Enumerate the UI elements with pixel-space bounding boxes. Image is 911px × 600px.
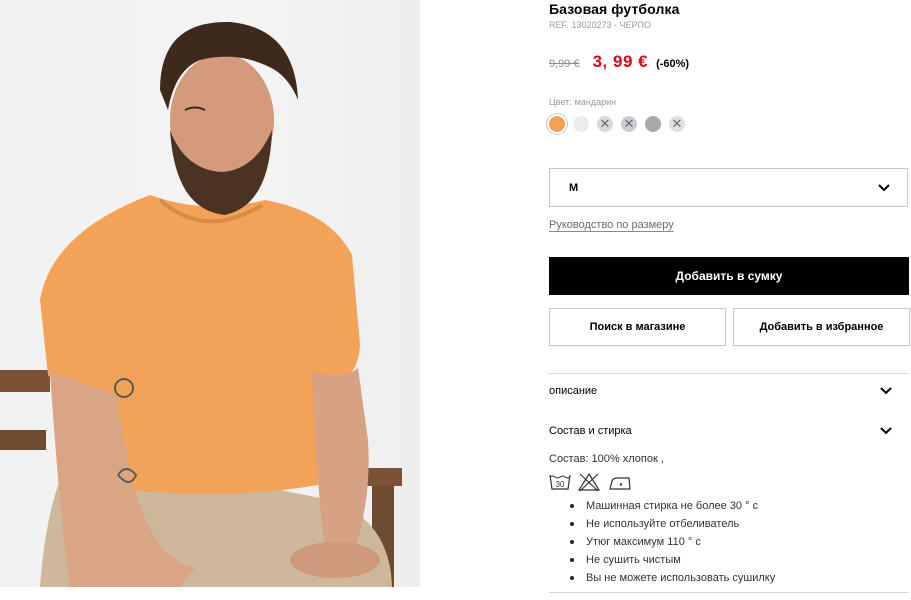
add-to-bag-button[interactable]: Добавить в сумку bbox=[549, 257, 909, 295]
chevron-down-icon bbox=[880, 427, 892, 435]
color-swatches: ✕ ✕ ✕ bbox=[546, 113, 693, 135]
cross-icon: ✕ bbox=[599, 116, 611, 132]
find-in-store-button[interactable]: Поиск в магазине bbox=[549, 308, 726, 346]
care-instruction-item: Не сушить чистым bbox=[565, 551, 775, 569]
price-row: 9,99 € 3, 99 € (-60%) bbox=[549, 52, 689, 74]
iron-icon bbox=[609, 477, 631, 490]
care-instruction-item: Машинная стирка не более 30 ° с bbox=[565, 497, 775, 515]
color-label-prefix: Цвет: bbox=[549, 97, 572, 107]
no-bleach-icon bbox=[577, 472, 601, 492]
wash-30-icon: 30 bbox=[549, 474, 571, 490]
sale-price: 3, 99 € bbox=[592, 52, 649, 71]
size-guide-link[interactable]: Руководство по размеру bbox=[549, 219, 674, 231]
size-selected-value: M bbox=[569, 181, 579, 194]
selected-color-name: мандарин bbox=[574, 97, 617, 107]
product-image[interactable] bbox=[0, 0, 420, 587]
size-select[interactable]: M bbox=[549, 168, 908, 207]
care-instructions-list: Машинная стирка не более 30 ° с Не исполь… bbox=[565, 497, 775, 587]
chevron-down-icon bbox=[878, 184, 890, 192]
accordion-description[interactable]: описание bbox=[549, 381, 909, 401]
ref-label: REF. bbox=[549, 20, 569, 30]
model-photo-illustration bbox=[0, 21, 402, 587]
color-swatch[interactable] bbox=[546, 113, 568, 135]
care-instruction-item: Не используйте отбеливатель bbox=[565, 515, 775, 533]
color-label: Цвет: мандарин bbox=[549, 97, 616, 107]
color-swatch[interactable] bbox=[645, 116, 661, 132]
color-swatch[interactable]: ✕ bbox=[597, 116, 613, 132]
add-to-favorites-button[interactable]: Добавить в избранное bbox=[733, 308, 910, 346]
color-swatch[interactable]: ✕ bbox=[669, 116, 685, 132]
discount-badge: (-60%) bbox=[656, 58, 690, 70]
product-info-panel: Базовая футболка REF. 13020273 - ЧЕРПО 9,… bbox=[546, 0, 910, 600]
color-swatch[interactable] bbox=[573, 116, 589, 132]
accordion-description-label: описание bbox=[549, 385, 598, 397]
old-price: 9,99 € bbox=[549, 58, 580, 70]
accordion-composition-label: Состав и стирка bbox=[549, 425, 632, 437]
product-reference: REF. 13020273 - ЧЕРПО bbox=[549, 20, 654, 30]
ref-value: 13020273 - ЧЕРПО bbox=[571, 20, 652, 30]
care-instruction-item: Утюг максимум 110 ° с bbox=[565, 533, 775, 551]
divider bbox=[549, 592, 909, 593]
cross-icon: ✕ bbox=[623, 116, 635, 132]
care-icons: 30 bbox=[549, 472, 639, 492]
composition-text: Состав: 100% хлопок , bbox=[549, 453, 664, 465]
care-instruction-item: Вы не можете использовать сушилку bbox=[565, 569, 775, 587]
color-swatch[interactable]: ✕ bbox=[621, 116, 637, 132]
accordion-composition-care[interactable]: Состав и стирка bbox=[549, 421, 909, 441]
divider bbox=[549, 373, 909, 374]
cross-icon: ✕ bbox=[671, 116, 683, 132]
wash-temp-label: 30 bbox=[556, 480, 565, 489]
product-title: Базовая футболка bbox=[549, 1, 680, 17]
chevron-down-icon bbox=[880, 387, 892, 395]
